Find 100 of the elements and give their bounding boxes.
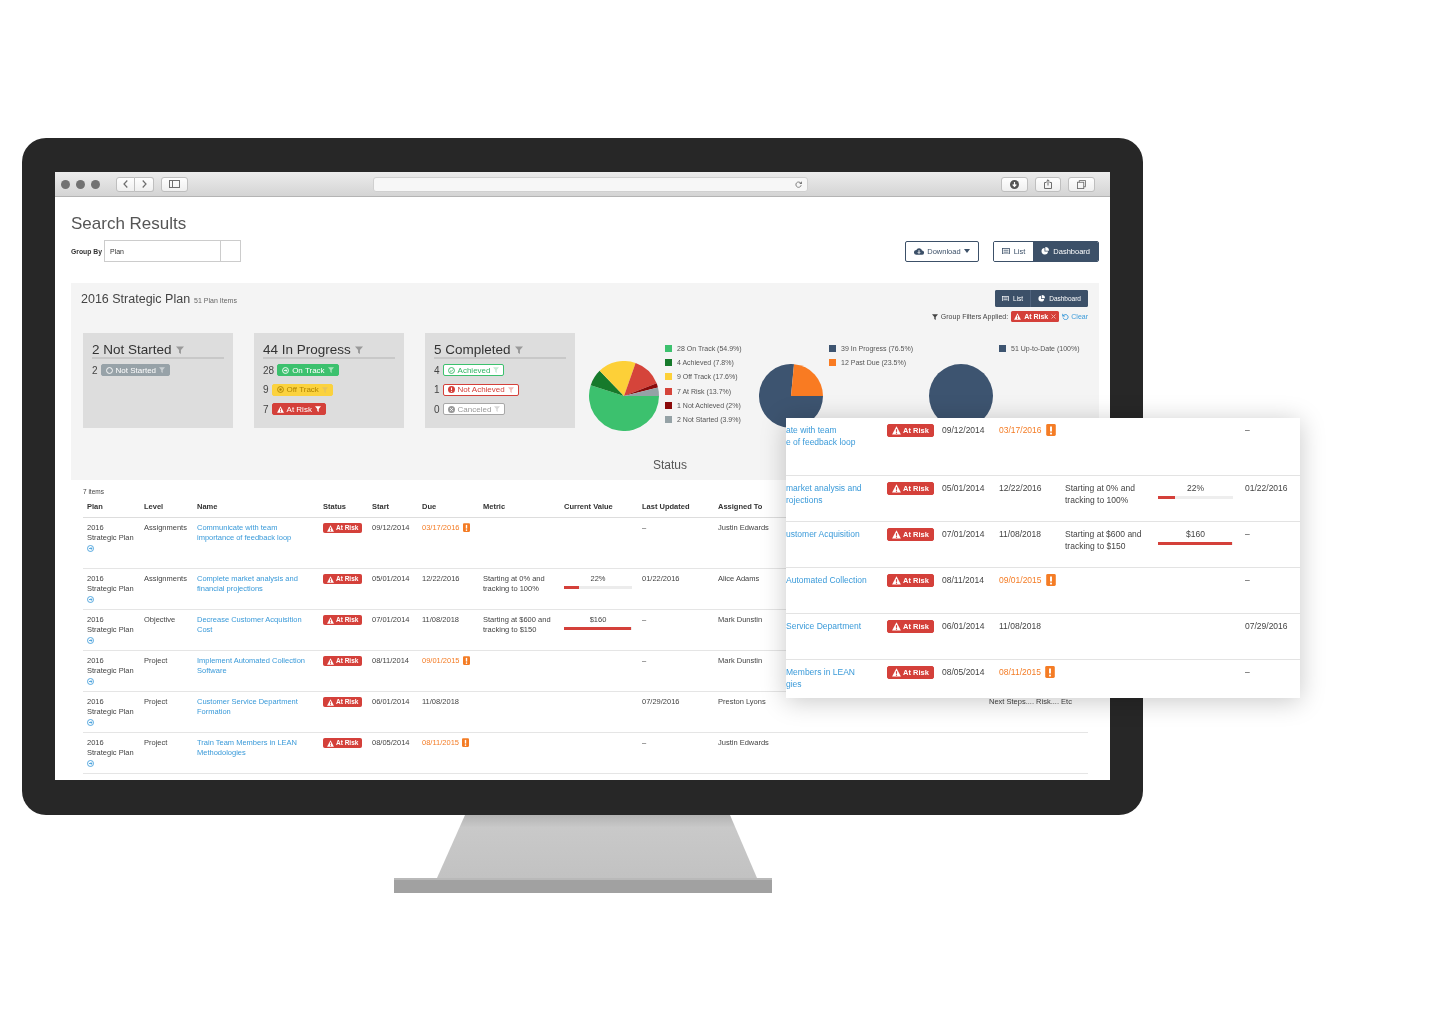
filter-icon — [493, 367, 500, 374]
item-name-link[interactable]: Automated Collection — [786, 573, 867, 586]
item-name-link[interactable]: Service Department — [786, 619, 862, 632]
due-date: 11/08/2018 — [999, 527, 1041, 540]
filter-icon — [931, 313, 938, 320]
start-date: 07/01/2014 — [942, 528, 985, 539]
pie-chart — [759, 364, 823, 428]
chevron-right-icon — [141, 180, 147, 188]
list-icon — [1001, 247, 1010, 255]
status-filter-button[interactable]: Off Track — [271, 383, 333, 396]
arrow-circle-icon[interactable] — [87, 636, 94, 644]
card-title: 2 Not Started — [92, 342, 172, 357]
filter-icon — [507, 386, 514, 393]
tabs-icon — [1077, 179, 1086, 189]
reload-icon[interactable] — [795, 180, 802, 188]
forward-button[interactable] — [135, 176, 154, 192]
status-filter-button[interactable]: At Risk — [271, 403, 326, 416]
card-title: 44 In Progress — [263, 342, 351, 357]
check-circle-icon — [447, 366, 455, 374]
status-count: 0 — [434, 403, 440, 415]
status-filter-button[interactable]: Achieved — [442, 364, 505, 377]
pie-chart-icon — [1038, 295, 1046, 302]
status-count: 1 — [434, 384, 440, 396]
arrow-circle-icon[interactable] — [87, 595, 94, 603]
status-filter-button[interactable]: Not Started — [100, 364, 171, 377]
due-date: 03/17/2016 — [999, 423, 1042, 436]
status-count: 4 — [434, 364, 440, 376]
pie-slice — [624, 383, 658, 396]
updated-date: 01/22/2016 — [1245, 482, 1288, 493]
tabs-button[interactable] — [1068, 176, 1095, 192]
filter-icon — [159, 367, 166, 374]
page-title: Search Results — [71, 213, 187, 235]
start-date: 08/05/2014 — [942, 666, 985, 677]
status-count: 2 — [92, 364, 98, 376]
arrow-circle-icon[interactable] — [87, 544, 94, 552]
status-filter-button[interactable]: Not Achieved — [442, 383, 519, 396]
arrow-circle-icon — [282, 366, 290, 374]
chart-title: Status — [653, 458, 687, 472]
target-icon — [276, 386, 284, 394]
arrow-circle-icon[interactable] — [87, 718, 94, 726]
item-name-link[interactable]: market analysis and rojections — [786, 481, 862, 506]
start-date: 08/11/2014 — [942, 574, 984, 585]
metric-text: Starting at $600 and tracking to $150 — [1065, 527, 1143, 552]
address-field[interactable] — [373, 176, 808, 192]
status-count: 9 — [263, 384, 269, 396]
exclamation-icon — [1045, 423, 1056, 436]
start-date: 06/01/2014 — [942, 620, 985, 631]
back-button[interactable] — [116, 176, 135, 192]
filter-icon[interactable] — [514, 345, 523, 354]
downloads-button[interactable] — [1001, 176, 1028, 192]
status-filter-button[interactable]: On Track — [277, 364, 339, 377]
dropdown-button[interactable] — [220, 240, 241, 262]
pie-chart — [589, 361, 659, 431]
cloud-icon — [914, 247, 925, 255]
pie-chart-icon — [1041, 247, 1050, 255]
undo-icon — [1062, 313, 1070, 320]
status-filter-button[interactable]: Canceled — [442, 403, 506, 416]
filter-icon — [327, 367, 334, 374]
filter-icon[interactable] — [175, 345, 184, 354]
sidebar-button[interactable] — [161, 176, 188, 192]
filter-icon[interactable] — [354, 345, 363, 354]
share-button[interactable] — [1035, 176, 1061, 192]
share-icon — [1044, 179, 1052, 189]
updated-date: – — [1245, 424, 1250, 435]
item-name-link[interactable]: ustomer Acquisition — [786, 527, 860, 540]
download-icon — [1010, 179, 1019, 189]
pie-slice — [624, 362, 657, 396]
value-text: 22% — [1187, 481, 1204, 494]
updated-date: – — [1245, 528, 1250, 539]
pie-slice — [590, 370, 624, 396]
filter-icon — [314, 406, 321, 413]
warning-icon — [276, 405, 284, 413]
due-date: 11/08/2018 — [999, 619, 1041, 632]
pie-slice — [599, 361, 636, 396]
updated-date: – — [1245, 574, 1250, 585]
sidebar-icon — [169, 180, 180, 188]
arrow-circle-icon[interactable] — [87, 677, 94, 685]
close-icon[interactable] — [1051, 314, 1057, 319]
updated-date: 07/29/2016 — [1245, 620, 1288, 631]
circle-icon — [105, 366, 113, 374]
card-title: 5 Completed — [434, 342, 511, 357]
pie-slice — [624, 387, 659, 396]
status-count: 28 — [263, 364, 275, 376]
cancel-circle-icon — [447, 405, 455, 413]
metric-text: Starting at 0% and tracking to 100% — [1065, 481, 1136, 506]
exclamation-icon — [1044, 665, 1055, 678]
exclamation-icon — [462, 656, 470, 666]
due-date: 08/11/2015 — [999, 665, 1041, 678]
start-date: 09/12/2014 — [942, 424, 985, 435]
value-text: $160 — [1186, 527, 1205, 540]
caret-icon — [963, 249, 970, 253]
status-count: 7 — [263, 403, 269, 415]
arrow-circle-icon[interactable] — [87, 759, 94, 767]
exclamation-icon — [462, 523, 470, 533]
item-name-link[interactable]: ate with team e of feedback loop — [786, 423, 856, 448]
item-name-link[interactable]: Members in LEAN gies — [786, 665, 855, 690]
list-icon — [1002, 295, 1010, 302]
start-date: 05/01/2014 — [942, 482, 985, 493]
exclamation-icon — [462, 738, 469, 748]
alert-circle-icon — [447, 386, 455, 394]
